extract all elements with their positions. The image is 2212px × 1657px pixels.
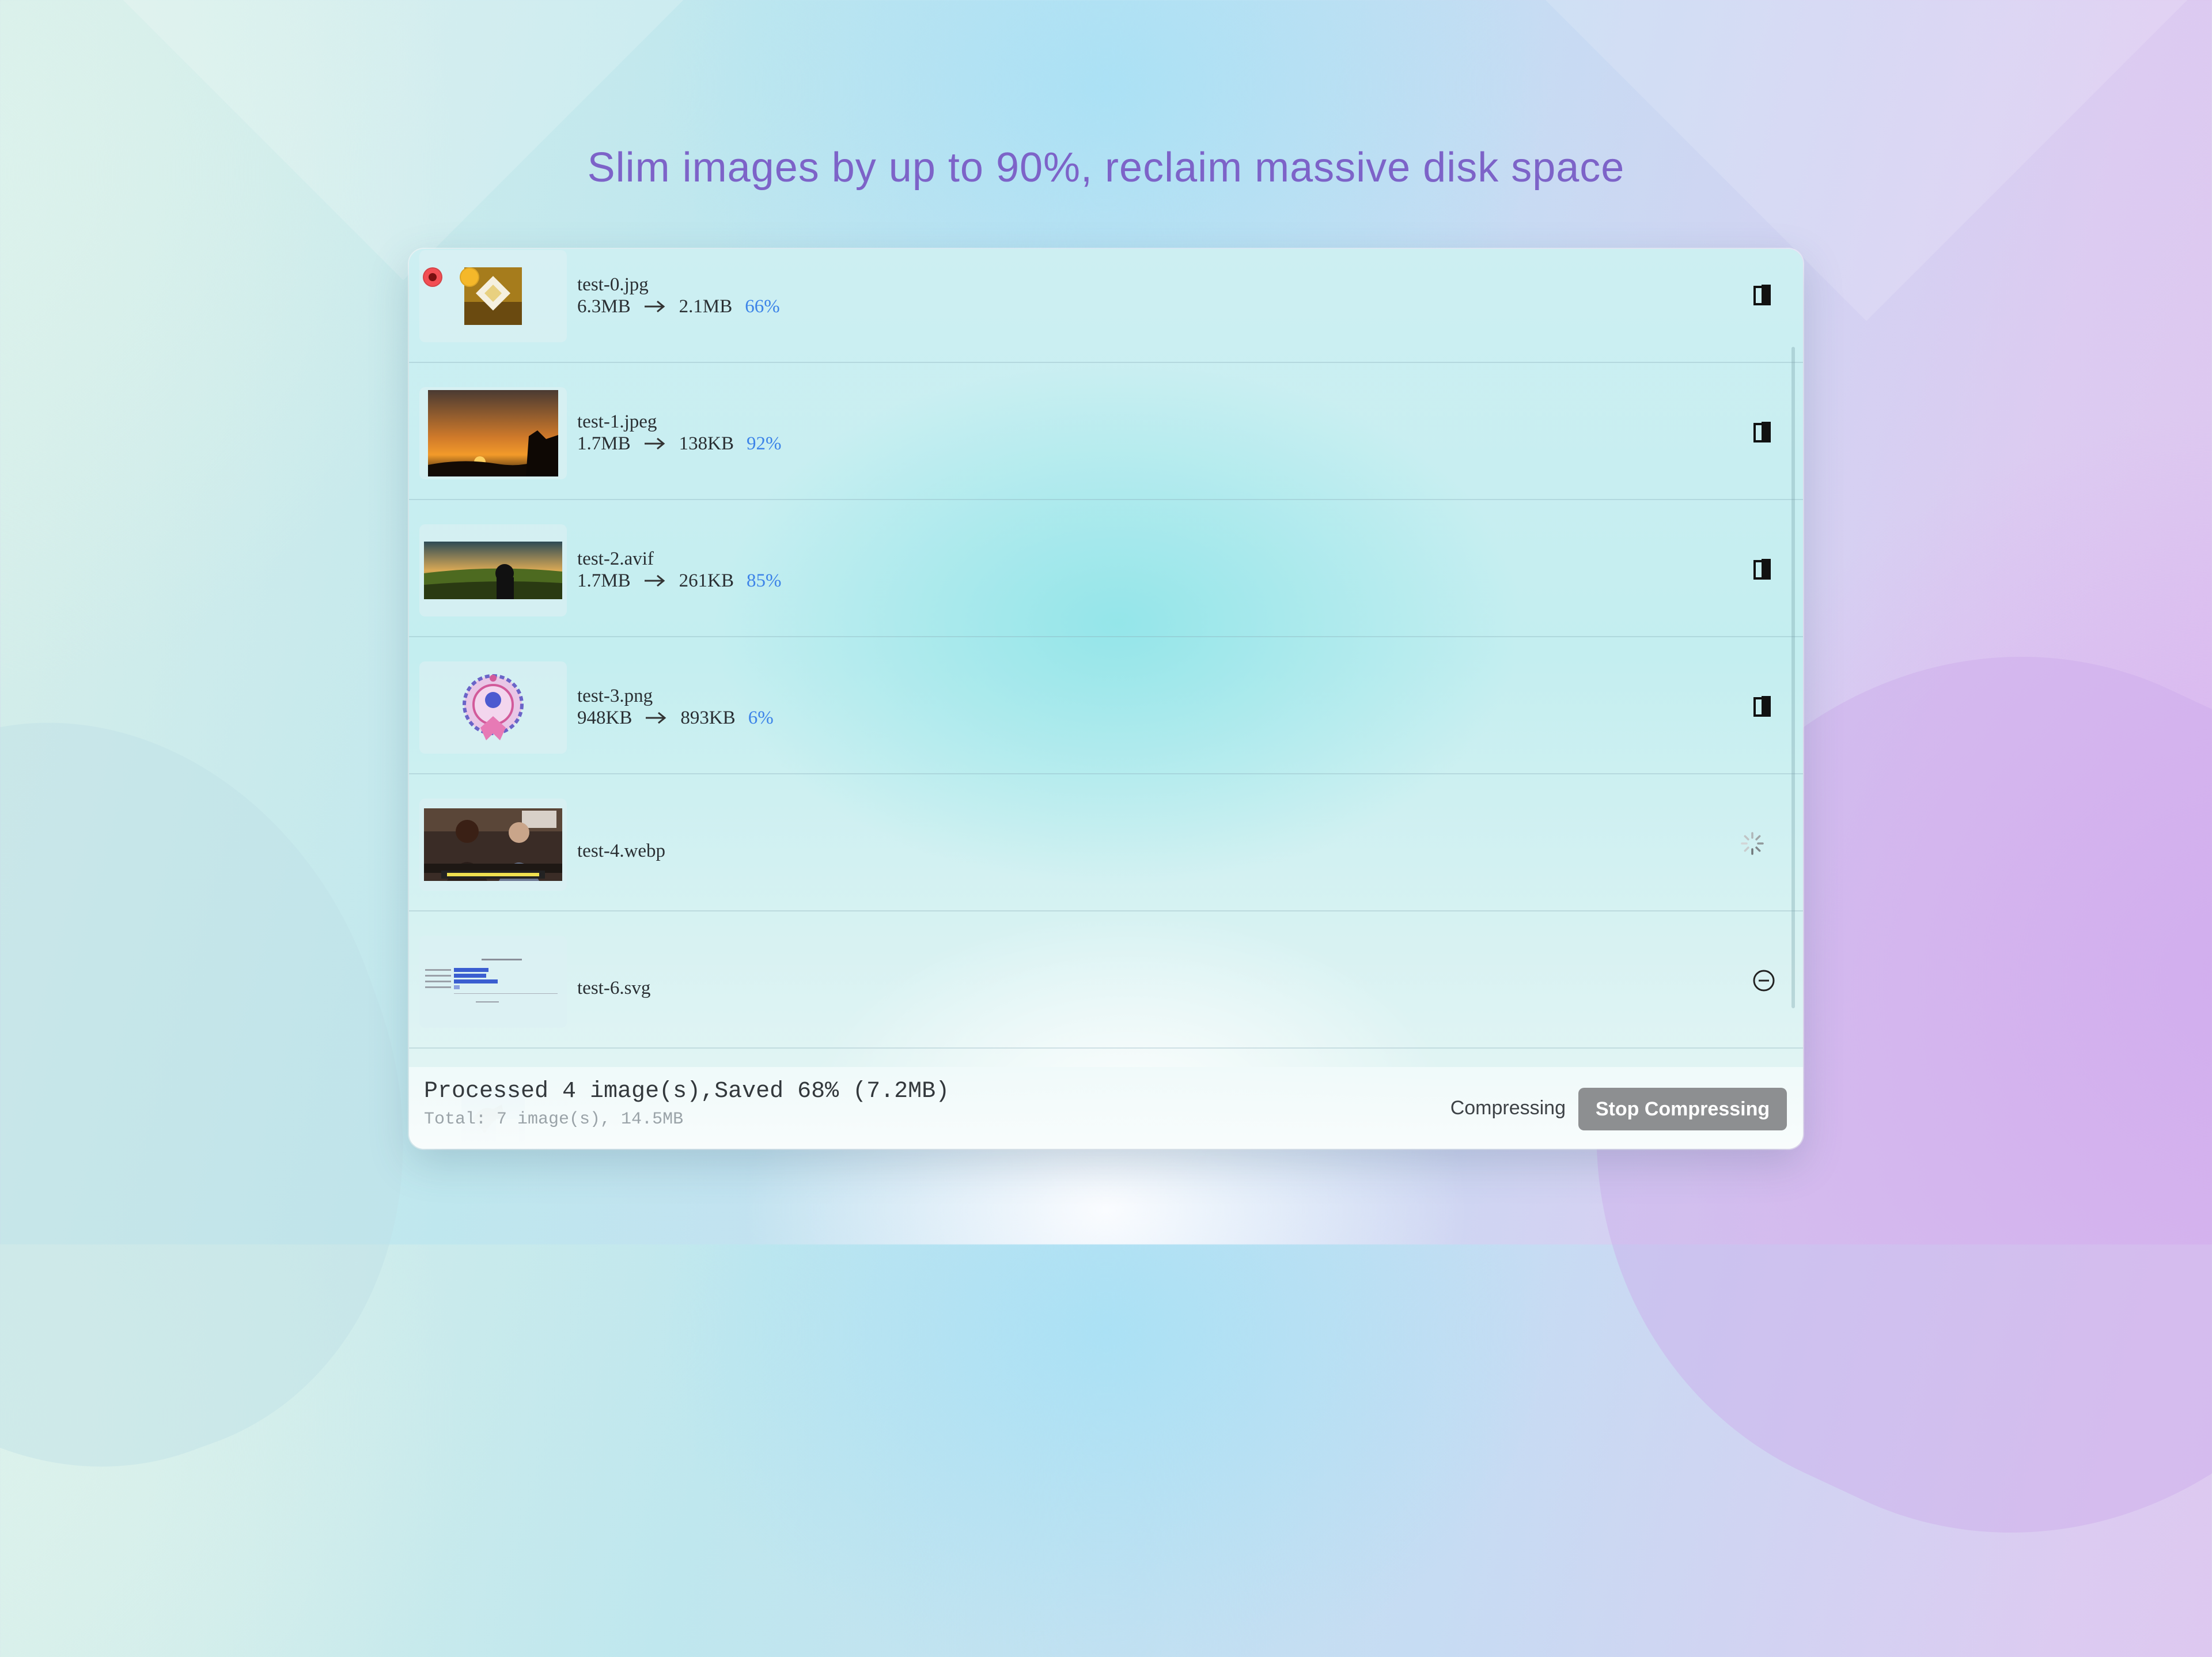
file-info: test-3.png 948KB 893KB 6% (577, 685, 774, 729)
summary-text: Processed 4 image(s),Saved 68% (7.2MB) (424, 1079, 950, 1104)
sunset-thumbnail-image (428, 390, 558, 476)
arrow-right-icon (644, 300, 665, 313)
background-shape-top-left (36, 0, 770, 281)
thumbnail (419, 799, 567, 891)
file-info: test-6.svg (577, 977, 650, 999)
file-info: test-1.jpeg 1.7MB 138KB 92% (577, 411, 781, 455)
copy-icon[interactable] (1751, 694, 1777, 719)
app-window: test-0.jpg 6.3MB 2.1MB 66% test-1.jpeg 1… (409, 249, 1803, 1149)
compressed-size: 261KB (679, 570, 734, 591)
saved-percent: 85% (746, 570, 782, 591)
compress-status: Compressing (1450, 1097, 1566, 1119)
scrollbar[interactable] (1791, 347, 1795, 1008)
original-size: 1.7MB (577, 433, 631, 454)
file-info: test-4.webp (577, 840, 665, 862)
original-size: 6.3MB (577, 296, 631, 317)
file-row[interactable]: test-2.avif 1.7MB 261KB 85% (409, 500, 1803, 637)
emblem-thumbnail-image (463, 674, 524, 740)
compressed-size: 2.1MB (679, 296, 733, 317)
file-row[interactable]: test-1.jpeg 1.7MB 138KB 92% (409, 363, 1803, 500)
window-controls (423, 267, 479, 287)
file-sizes: 948KB 893KB 6% (577, 707, 774, 729)
close-button[interactable] (423, 267, 442, 287)
saved-percent: 6% (748, 708, 774, 728)
original-size: 948KB (577, 708, 632, 728)
headline: Slim images by up to 90%, reclaim massiv… (587, 145, 1625, 191)
minimize-button[interactable] (460, 267, 479, 287)
file-sizes: 6.3MB 2.1MB 66% (577, 296, 780, 317)
thumbnail (419, 250, 567, 342)
file-name: test-3.png (577, 686, 653, 706)
status-footer: Processed 4 image(s),Saved 68% (7.2MB) T… (409, 1067, 1803, 1149)
copy-icon[interactable] (1751, 557, 1777, 582)
saved-percent: 92% (746, 433, 782, 454)
file-row[interactable]: test-3.png 948KB 893KB 6% (409, 637, 1803, 774)
file-name: test-0.jpg (577, 274, 649, 295)
file-list: test-0.jpg 6.3MB 2.1MB 66% test-1.jpeg 1… (409, 249, 1803, 1149)
file-row[interactable]: test-6.svg (409, 911, 1803, 1049)
thumbnail (419, 524, 567, 616)
file-row[interactable]: test-0.jpg 6.3MB 2.1MB 66% (409, 249, 1803, 363)
stop-compressing-button[interactable]: Stop Compressing (1578, 1088, 1787, 1130)
copy-icon[interactable] (1751, 419, 1777, 445)
file-sizes: 1.7MB 138KB 92% (577, 433, 781, 455)
arrow-right-icon (644, 437, 665, 450)
thumbnail (419, 936, 567, 1028)
file-info: test-0.jpg 6.3MB 2.1MB 66% (577, 274, 780, 317)
copy-icon[interactable] (1751, 282, 1777, 308)
chart-thumbnail-image (425, 959, 558, 1002)
interview-thumbnail-image (424, 808, 562, 881)
file-name: test-4.webp (577, 841, 666, 861)
field-thumbnail-image (424, 542, 562, 599)
thumbnail (419, 661, 567, 754)
file-name: test-1.jpeg (577, 411, 657, 432)
file-row[interactable]: test-4.webp (409, 774, 1803, 911)
file-name: test-2.avif (577, 548, 654, 569)
arrow-right-icon (646, 712, 666, 724)
file-info: test-2.avif 1.7MB 261KB 85% (577, 548, 781, 592)
file-name: test-6.svg (577, 978, 651, 998)
compressed-size: 893KB (680, 708, 736, 728)
original-size: 1.7MB (577, 570, 631, 591)
compressed-size: 138KB (679, 433, 734, 454)
file-sizes: 1.7MB 261KB 85% (577, 570, 781, 592)
arrow-right-icon (644, 574, 665, 587)
thumbnail (419, 387, 567, 479)
minus-circle-icon[interactable] (1751, 968, 1777, 993)
total-text: Total: 7 image(s), 14.5MB (424, 1110, 684, 1129)
spinner-icon (1741, 832, 1764, 855)
saved-percent: 66% (745, 296, 780, 317)
